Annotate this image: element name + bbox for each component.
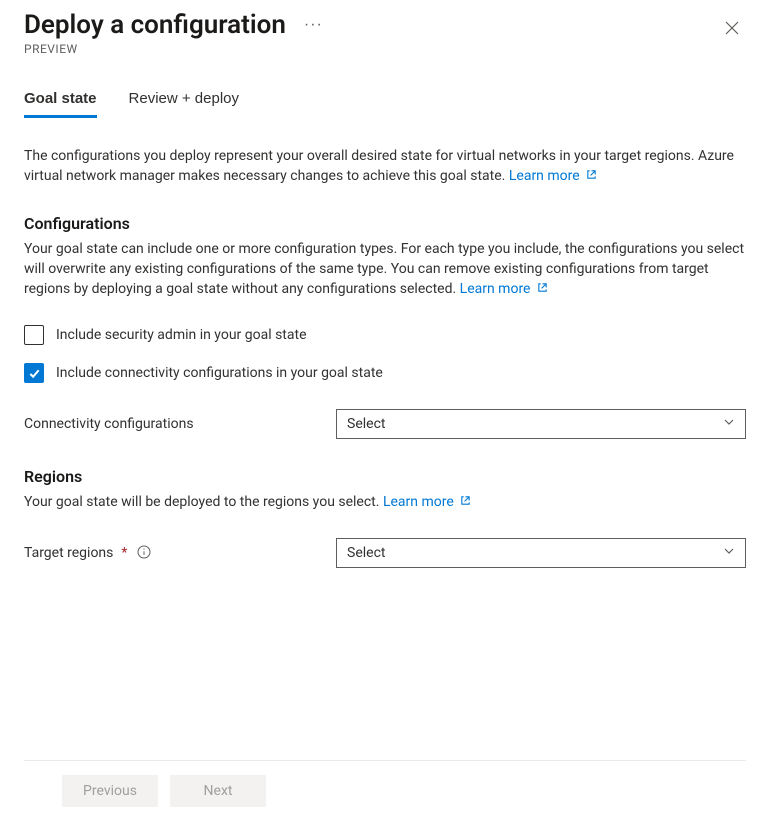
tab-goal-state[interactable]: Goal state [24, 90, 97, 117]
regions-heading: Regions [24, 467, 746, 486]
next-button[interactable]: Next [170, 775, 266, 807]
preview-badge: PREVIEW [24, 42, 329, 56]
configurations-body-text: Your goal state can include one or more … [24, 241, 744, 297]
include-security-admin-row: Include security admin in your goal stat… [24, 325, 746, 345]
external-link-icon [586, 168, 597, 184]
ellipsis-icon: ··· [304, 16, 323, 33]
more-actions-button[interactable]: ··· [298, 12, 329, 38]
learn-more-label: Learn more [460, 281, 531, 297]
chevron-down-icon [723, 416, 735, 432]
learn-more-label: Learn more [383, 494, 454, 510]
chevron-down-icon [723, 545, 735, 561]
include-connectivity-checkbox[interactable] [24, 363, 44, 383]
include-security-admin-checkbox[interactable] [24, 325, 44, 345]
include-security-admin-label[interactable]: Include security admin in your goal stat… [56, 327, 307, 343]
required-indicator: * [121, 545, 127, 561]
title-line: Deploy a configuration ··· [24, 10, 329, 40]
connectivity-configurations-label: Connectivity configurations [24, 416, 336, 432]
info-icon [137, 545, 151, 562]
include-connectivity-row: Include connectivity configurations in y… [24, 363, 746, 383]
regions-learn-more-link[interactable]: Learn more [383, 494, 471, 510]
target-regions-label: Target regions [24, 545, 113, 561]
tab-review-deploy[interactable]: Review + deploy [129, 90, 239, 117]
dropdown-value: Select [347, 545, 385, 561]
close-button[interactable] [718, 14, 746, 45]
learn-more-label: Learn more [509, 168, 580, 184]
target-regions-label-col: Target regions * [24, 545, 336, 562]
target-regions-field: Target regions * Select [24, 538, 746, 568]
tab-bar: Goal state Review + deploy [24, 90, 746, 118]
intro-text: The configurations you deploy represent … [24, 148, 734, 184]
external-link-icon [537, 281, 548, 297]
target-regions-info-button[interactable] [137, 545, 151, 562]
configurations-description: Your goal state can include one or more … [24, 239, 746, 299]
page-title: Deploy a configuration [24, 10, 286, 40]
dropdown-value: Select [347, 416, 385, 432]
panel-footer: Previous Next [24, 760, 746, 825]
previous-button[interactable]: Previous [62, 775, 158, 807]
intro-learn-more-link[interactable]: Learn more [509, 168, 597, 184]
include-connectivity-label[interactable]: Include connectivity configurations in y… [56, 365, 383, 381]
regions-body-text: Your goal state will be deployed to the … [24, 494, 379, 510]
connectivity-configurations-dropdown[interactable]: Select [336, 409, 746, 439]
panel-header: Deploy a configuration ··· PREVIEW [24, 10, 746, 56]
configurations-learn-more-link[interactable]: Learn more [460, 281, 548, 297]
regions-description: Your goal state will be deployed to the … [24, 492, 746, 512]
external-link-icon [460, 494, 471, 510]
panel-body: The configurations you deploy represent … [24, 146, 746, 760]
intro-paragraph: The configurations you deploy represent … [24, 146, 746, 186]
configurations-heading: Configurations [24, 214, 746, 233]
deploy-configuration-panel: Deploy a configuration ··· PREVIEW Goal … [0, 0, 770, 825]
target-regions-dropdown[interactable]: Select [336, 538, 746, 568]
title-block: Deploy a configuration ··· PREVIEW [24, 10, 329, 56]
connectivity-configurations-field: Connectivity configurations Select [24, 409, 746, 439]
close-icon [724, 24, 740, 39]
